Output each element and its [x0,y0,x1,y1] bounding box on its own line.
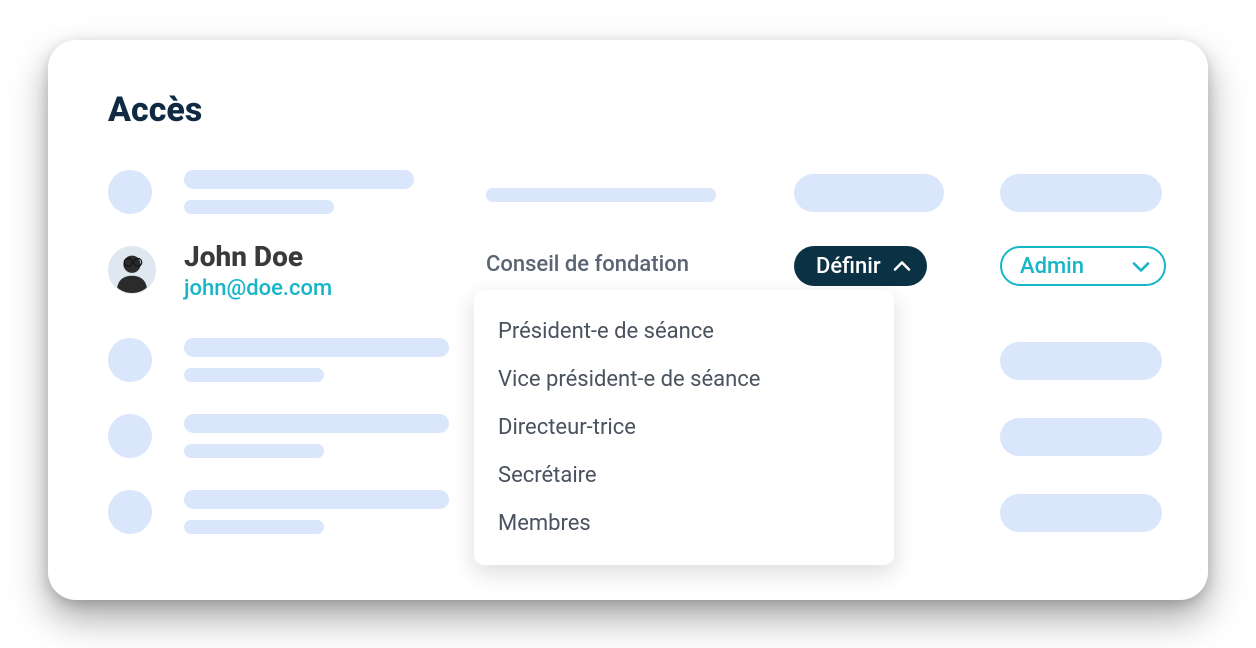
text-placeholder [184,490,449,509]
role-option[interactable]: Président-e de séance [474,308,894,356]
avatar-placeholder [108,170,152,214]
avatar-placeholder [108,338,152,382]
admin-role-button[interactable]: Admin [1000,246,1166,286]
role-option[interactable]: Secrétaire [474,452,894,500]
pill-placeholder [1000,494,1162,532]
text-placeholder [184,170,414,189]
list-item [108,164,1148,240]
role-option[interactable]: Membres [474,500,894,548]
text-placeholder [184,200,334,214]
text-placeholder [184,414,449,433]
text-placeholder [184,338,449,357]
avatar [108,246,156,294]
pill-placeholder [794,174,944,212]
user-name: John Doe [184,240,303,273]
text-placeholder [184,444,324,458]
pill-placeholder [1000,418,1162,456]
avatar-placeholder [108,414,152,458]
admin-label: Admin [1020,254,1084,279]
page-title: Accès [108,90,1148,130]
define-role-button[interactable]: Définir [794,246,927,286]
role-dropdown: Président-e de séance Vice président-e d… [474,290,894,565]
avatar-placeholder [108,490,152,534]
chevron-up-icon [893,254,911,279]
text-placeholder [184,520,324,534]
access-card: Accès John Doe john@doe.com Conseil de f… [48,40,1208,600]
text-placeholder [486,188,716,202]
role-option[interactable]: Directeur-trice [474,404,894,452]
role-option[interactable]: Vice président-e de séance [474,356,894,404]
chevron-down-icon [1132,254,1150,279]
pill-placeholder [1000,342,1162,380]
user-email[interactable]: john@doe.com [184,276,332,301]
define-label: Définir [816,254,881,279]
pill-placeholder [1000,174,1162,212]
avatar-image [109,247,155,293]
user-council: Conseil de fondation [486,252,689,277]
text-placeholder [184,368,324,382]
